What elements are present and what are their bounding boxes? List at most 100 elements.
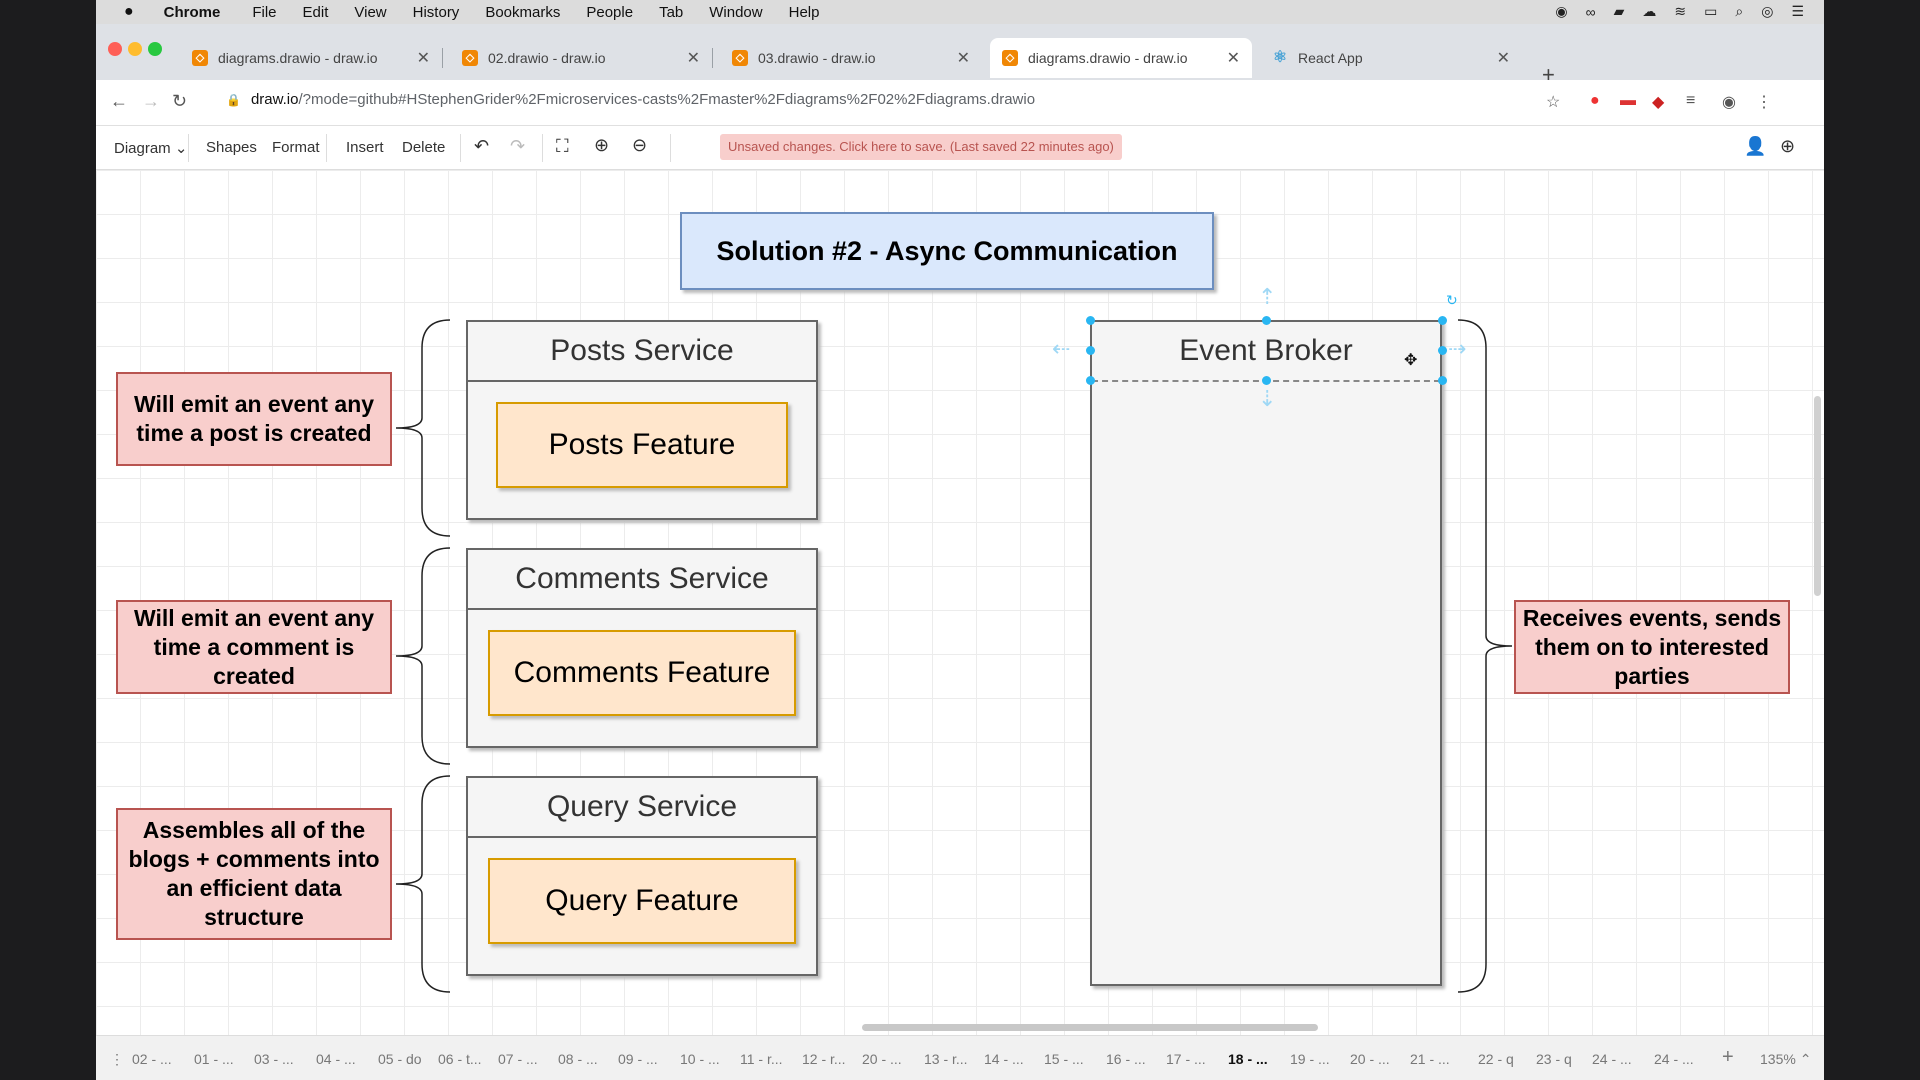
page-tab[interactable]: 11 - r... <box>740 1051 783 1067</box>
connect-arrow-left-icon[interactable]: ⇠ <box>1052 336 1070 362</box>
rotate-handle-icon[interactable]: ↻ <box>1446 292 1458 309</box>
page-tab[interactable]: 10 - ... <box>680 1051 720 1067</box>
bookmark-star-icon[interactable]: ☆ <box>1546 92 1560 112</box>
menu-edit[interactable]: Edit <box>303 4 329 21</box>
vertical-scrollbar[interactable] <box>1814 396 1821 596</box>
posts-note[interactable]: Will emit an event any time a post is cr… <box>116 372 392 466</box>
glasses-icon[interactable]: ∞ <box>1586 4 1596 20</box>
connect-arrow-up-icon[interactable]: ⇡ <box>1258 284 1276 310</box>
page-tab[interactable]: 19 - ... <box>1290 1051 1330 1067</box>
page-tab[interactable]: 20 - ... <box>862 1051 902 1067</box>
page-tab[interactable]: 05 - do <box>378 1051 422 1067</box>
page-tab[interactable]: 03 - ... <box>254 1051 294 1067</box>
browser-tab-active[interactable]: ◇ diagrams.drawio - draw.io ✕ <box>990 38 1252 78</box>
page-tab[interactable]: 06 - t... <box>438 1051 482 1067</box>
page-tab[interactable]: 17 - ... <box>1166 1051 1206 1067</box>
menu-tab[interactable]: Tab <box>659 4 683 21</box>
cloud-icon[interactable]: ☁ <box>1642 3 1656 20</box>
posts-feature-box[interactable]: Posts Feature <box>496 402 788 488</box>
opera-extension-icon[interactable]: ● <box>1590 92 1600 110</box>
page-tab[interactable]: 13 - r... <box>924 1051 968 1067</box>
page-tab[interactable]: 24 - ... <box>1592 1051 1632 1067</box>
page-tab[interactable]: 04 - ... <box>316 1051 356 1067</box>
chrome-menu-icon[interactable]: ⋮ <box>1756 92 1772 112</box>
page-tab[interactable]: 20 - ... <box>1350 1051 1390 1067</box>
resize-handle[interactable] <box>1438 346 1447 355</box>
comments-feature-box[interactable]: Comments Feature <box>488 630 796 716</box>
connect-arrow-right-icon[interactable]: ⇢ <box>1448 336 1466 362</box>
menu-people[interactable]: People <box>586 4 633 21</box>
menu-view[interactable]: View <box>354 4 386 21</box>
shapes-button[interactable]: Shapes <box>206 139 257 156</box>
browser-tab[interactable]: ◇ 02.drawio - draw.io ✕ <box>450 38 713 78</box>
browser-tab[interactable]: ◇ 03.drawio - draw.io ✕ <box>720 38 982 78</box>
spotlight-search-icon[interactable]: ⌕ <box>1735 3 1743 20</box>
siri-icon[interactable]: ◎ <box>1761 3 1773 20</box>
page-tab[interactable]: 16 - ... <box>1106 1051 1146 1067</box>
query-feature-box[interactable]: Query Feature <box>488 858 796 944</box>
pages-menu-icon[interactable]: ⋮ <box>110 1051 124 1068</box>
docker-icon[interactable]: ▰ <box>1614 3 1625 20</box>
close-tab-icon[interactable]: ✕ <box>417 48 430 68</box>
unsaved-changes-button[interactable]: Unsaved changes. Click here to save. (La… <box>720 134 1122 160</box>
page-tab[interactable]: 24 - ... <box>1654 1051 1694 1067</box>
page-tab[interactable]: 09 - ... <box>618 1051 658 1067</box>
page-tab[interactable]: 07 - ... <box>498 1051 538 1067</box>
diagram-canvas[interactable]: Solution #2 - Async Communication Will e… <box>96 170 1824 1035</box>
menu-file[interactable]: File <box>252 4 276 21</box>
menu-history[interactable]: History <box>413 4 460 21</box>
user-icon[interactable]: 👤 <box>1744 136 1766 157</box>
resize-handle[interactable] <box>1438 376 1447 385</box>
notification-center-icon[interactable]: ☰ <box>1791 3 1804 20</box>
diagram-title[interactable]: Solution #2 - Async Communication <box>680 212 1214 290</box>
language-globe-icon[interactable]: ⊕ <box>1780 136 1795 157</box>
page-tab[interactable]: 14 - ... <box>984 1051 1024 1067</box>
redo-icon[interactable]: ↷ <box>510 136 525 157</box>
battery-icon[interactable]: ▭ <box>1704 3 1717 20</box>
page-tab[interactable]: 02 - ... <box>132 1051 172 1067</box>
zoom-out-icon[interactable]: ⊖ <box>632 135 647 156</box>
delete-button[interactable]: Delete <box>402 139 445 156</box>
reload-icon[interactable]: ↻ <box>172 91 187 112</box>
menu-bookmarks[interactable]: Bookmarks <box>485 4 560 21</box>
connect-arrow-down-icon[interactable]: ⇣ <box>1258 386 1276 412</box>
page-tab-active[interactable]: 18 - ... <box>1228 1051 1268 1067</box>
page-tab[interactable]: 22 - q <box>1478 1051 1514 1067</box>
event-broker-note[interactable]: Receives events, sends them on to intere… <box>1514 600 1790 694</box>
apple-icon[interactable]: ● <box>124 3 134 21</box>
browser-tab[interactable]: ◇ diagrams.drawio - draw.io ✕ <box>180 38 443 78</box>
comments-note[interactable]: Will emit an event any time a comment is… <box>116 600 392 694</box>
menu-app-name[interactable]: Chrome <box>164 4 221 21</box>
menu-help[interactable]: Help <box>789 4 820 21</box>
page-tab[interactable]: 01 - ... <box>194 1051 234 1067</box>
page-tab[interactable]: 12 - r... <box>802 1051 846 1067</box>
wifi-icon[interactable]: ≋ <box>1674 3 1686 20</box>
status-app-icon[interactable]: ◉ <box>1555 3 1567 20</box>
browser-tab[interactable]: ⚛ React App ✕ <box>1260 38 1522 78</box>
diagram-menu-button[interactable]: Diagram ⌄ <box>114 139 187 157</box>
undo-icon[interactable]: ↶ <box>474 136 489 157</box>
resize-handle[interactable] <box>1086 316 1095 325</box>
page-tab[interactable]: 15 - ... <box>1044 1051 1084 1067</box>
add-page-button[interactable]: + <box>1722 1046 1734 1069</box>
fullscreen-icon[interactable]: ⛶ <box>556 136 569 157</box>
horizontal-scrollbar[interactable] <box>862 1024 1318 1031</box>
resize-handle[interactable] <box>1262 376 1271 385</box>
lock-icon[interactable]: 🔒 <box>226 93 241 107</box>
extension-icon[interactable]: ▬ <box>1620 92 1636 110</box>
url-field[interactable]: 🔒 draw.io/?mode=github#HStephenGrider%2Fm… <box>226 91 1035 108</box>
reading-list-icon[interactable]: ≡ <box>1686 92 1695 110</box>
format-button[interactable]: Format <box>272 139 320 156</box>
minimize-window-button[interactable] <box>128 42 142 56</box>
zoom-in-icon[interactable]: ⊕ <box>594 135 609 156</box>
close-tab-icon[interactable]: ✕ <box>957 48 970 68</box>
query-note[interactable]: Assembles all of the blogs + comments in… <box>116 808 392 940</box>
page-tab[interactable]: 08 - ... <box>558 1051 598 1067</box>
insert-button[interactable]: Insert <box>346 139 384 156</box>
page-tab[interactable]: 23 - q <box>1536 1051 1572 1067</box>
close-tab-icon[interactable]: ✕ <box>1497 48 1510 68</box>
close-window-button[interactable] <box>108 42 122 56</box>
resize-handle[interactable] <box>1086 346 1095 355</box>
resize-handle[interactable] <box>1086 376 1095 385</box>
close-tab-icon[interactable]: ✕ <box>1227 48 1240 68</box>
